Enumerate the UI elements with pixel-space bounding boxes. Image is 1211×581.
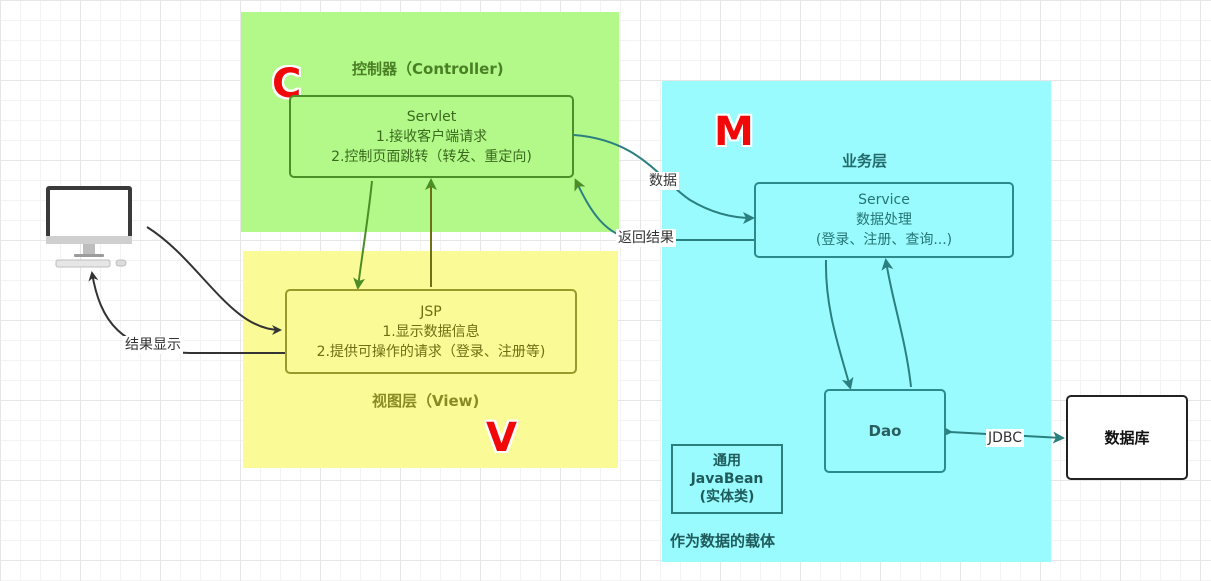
edge-servlet-to-jsp xyxy=(353,180,373,290)
edge-dao-to-service xyxy=(881,258,912,388)
dao-box: Dao xyxy=(824,389,946,473)
edge-label-jdbc: JDBC xyxy=(986,429,1025,447)
jsp-line-2: 2.提供可操作的请求（登录、注册等) xyxy=(316,343,546,360)
javabean-line-3: (实体类) xyxy=(699,489,755,505)
servlet-line-2: 2.控制页面跳转（转发、重定向) xyxy=(331,148,532,165)
servlet-box: Servlet 1.接收客户端请求 2.控制页面跳转（转发、重定向) xyxy=(289,95,574,178)
database-name: 数据库 xyxy=(1104,428,1150,447)
computer-monitor-icon xyxy=(44,184,136,270)
service-line-2: (登录、注册、查询...) xyxy=(815,232,953,248)
servlet-name: Servlet xyxy=(406,108,457,125)
edge-label-result-display: 结果显示 xyxy=(123,336,183,354)
edge-label-data: 数据 xyxy=(647,172,679,190)
database-box: 数据库 xyxy=(1066,395,1188,480)
connectors xyxy=(88,134,1065,444)
service-line-1: 数据处理 xyxy=(856,212,912,228)
javabean-box: 通用 JavaBean (实体类) xyxy=(671,444,783,514)
edge-label-return-result: 返回结果 xyxy=(616,229,676,247)
jsp-box: JSP 1.显示数据信息 2.提供可操作的请求（登录、注册等) xyxy=(285,289,577,374)
edge-jsp-to-client xyxy=(88,271,285,354)
service-name: Service xyxy=(858,192,910,208)
dao-name: Dao xyxy=(868,422,902,440)
servlet-line-1: 1.接收客户端请求 xyxy=(375,128,488,145)
edge-client-to-jsp xyxy=(146,226,282,335)
jsp-name: JSP xyxy=(420,303,442,320)
edge-service-to-dao xyxy=(824,259,854,390)
javabean-line-1: 通用 xyxy=(713,453,741,469)
service-box: Service 数据处理 (登录、注册、查询...) xyxy=(754,182,1014,258)
jsp-line-1: 1.显示数据信息 xyxy=(382,323,480,340)
javabean-line-2: JavaBean xyxy=(690,471,764,487)
